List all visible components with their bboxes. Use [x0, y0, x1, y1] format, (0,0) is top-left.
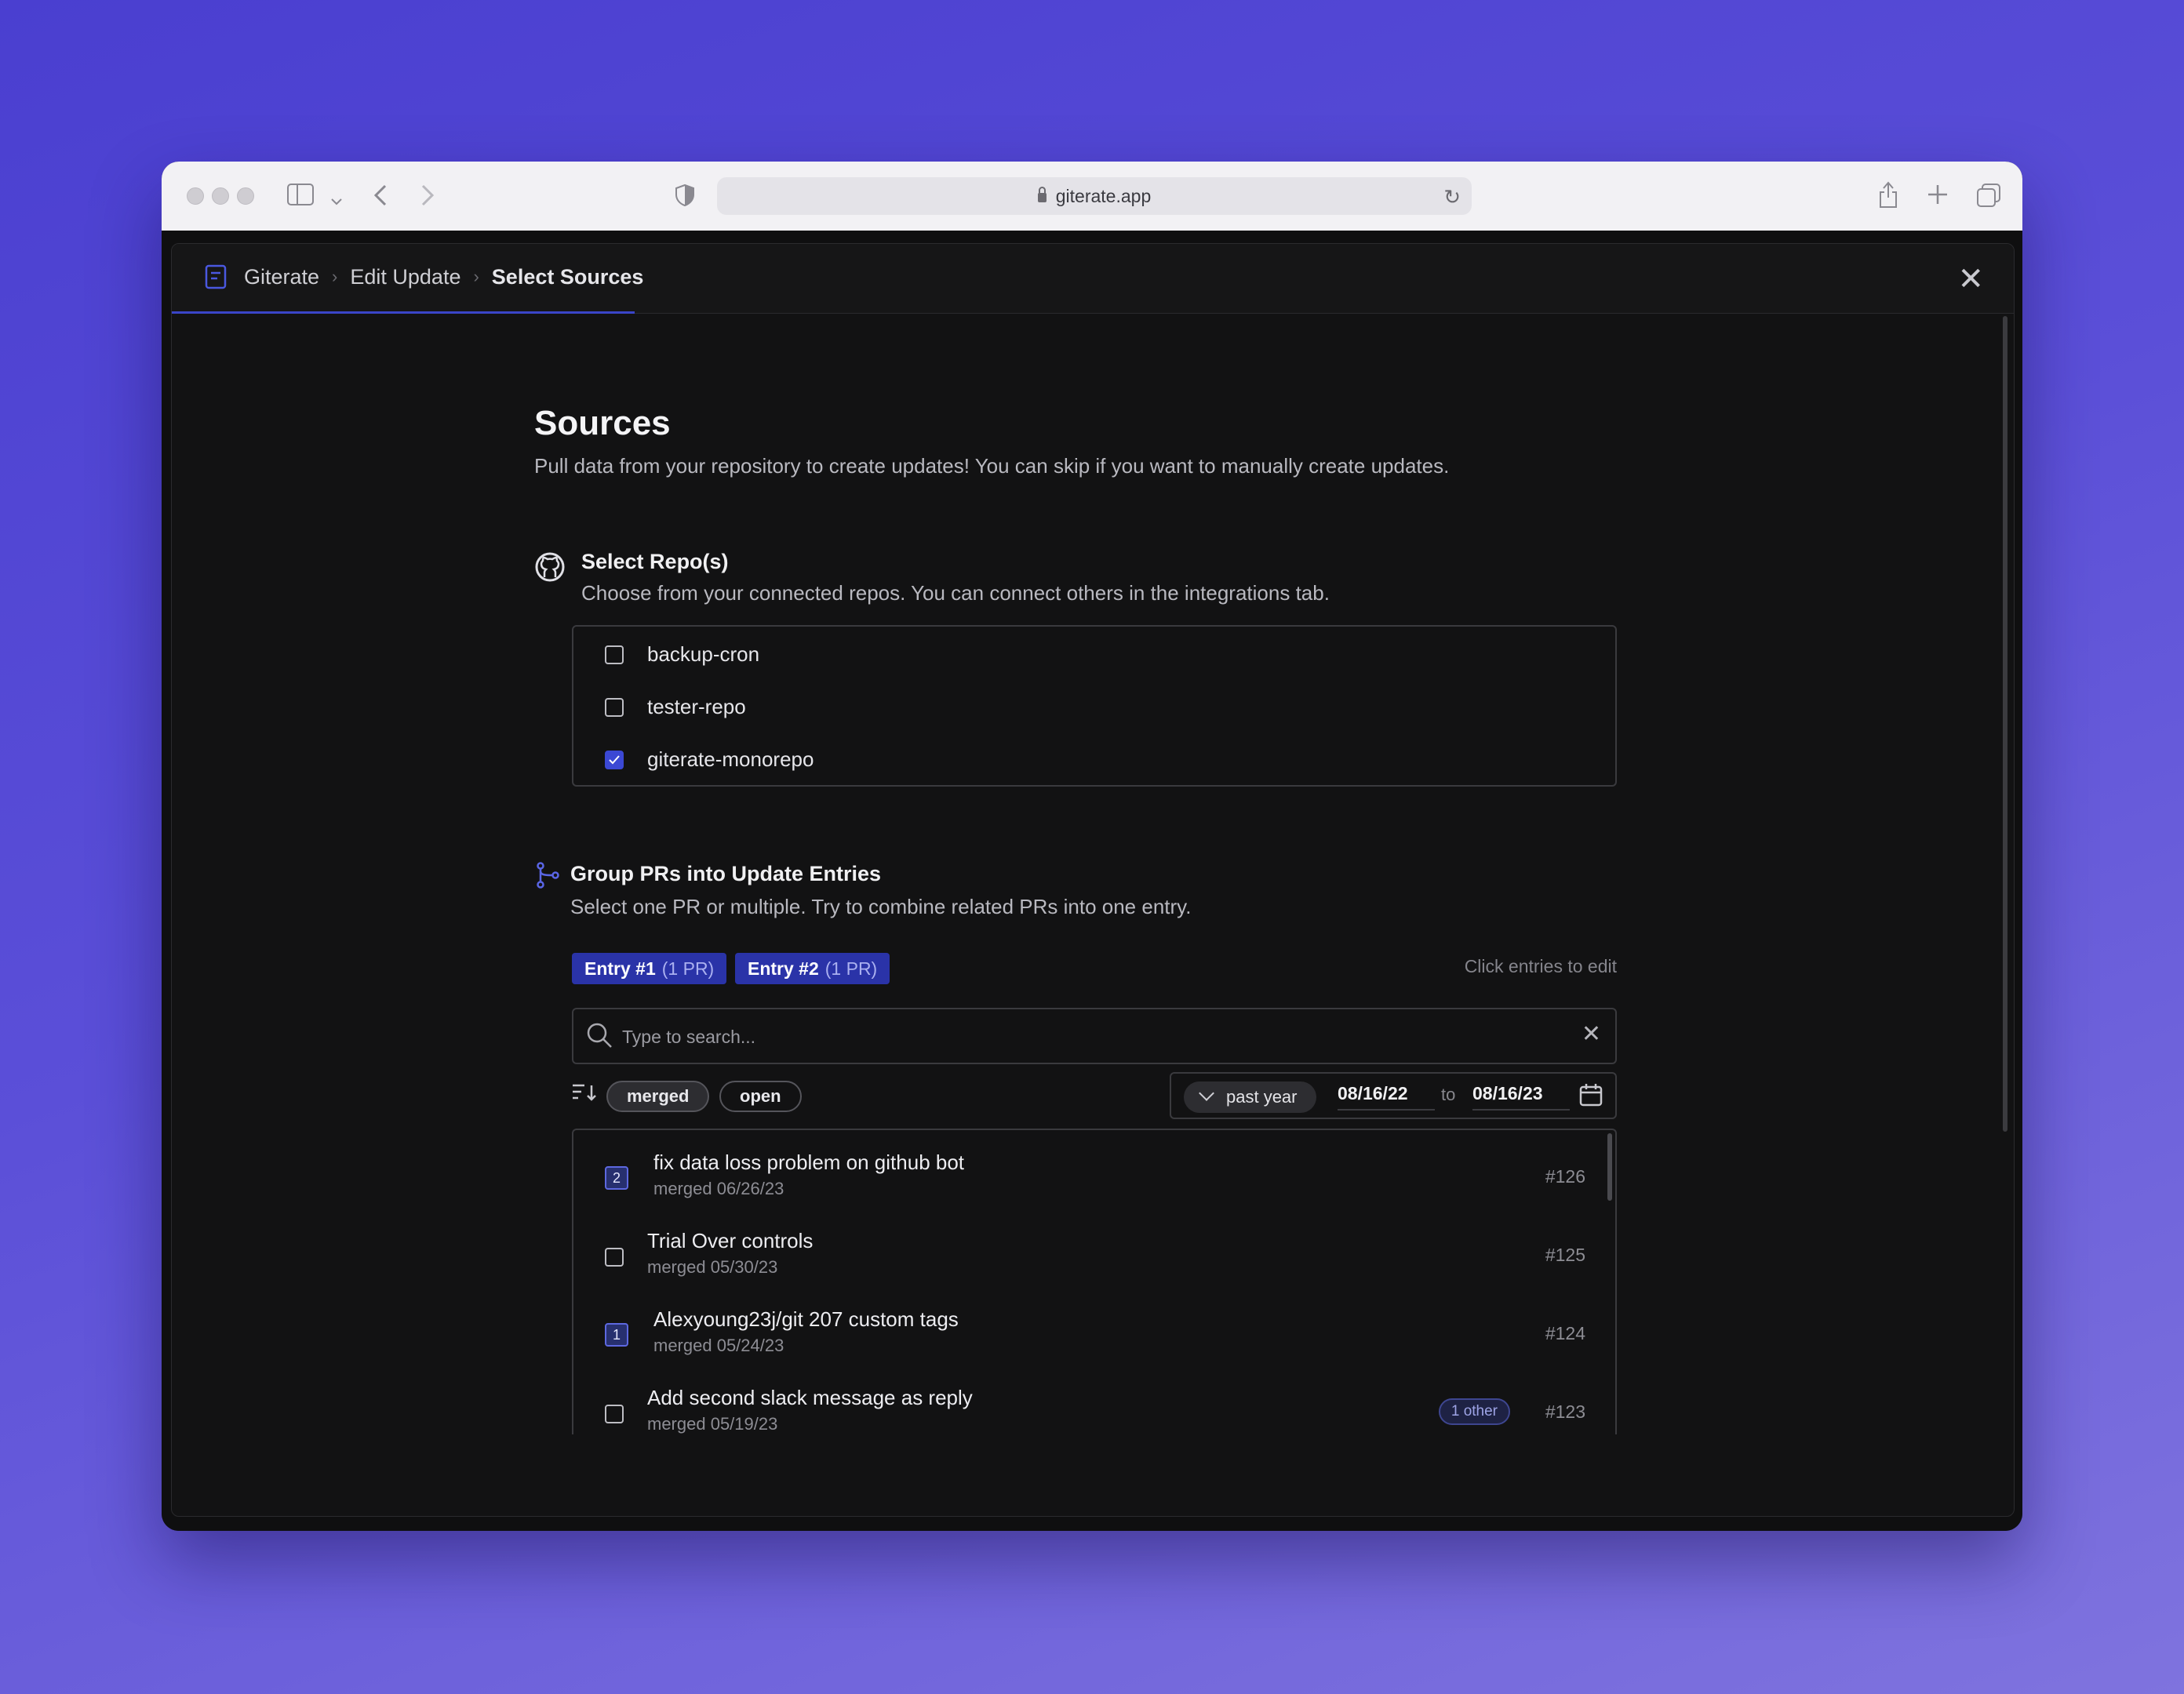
pr-title: Add second slack message as reply [647, 1386, 973, 1409]
date-from-input[interactable]: 08/16/22 [1338, 1083, 1435, 1111]
browser-toolbar: giterate.app ↻ [162, 162, 2022, 231]
entry-chip-2[interactable]: Entry #2 (1 PR) [735, 953, 890, 984]
pr-search-box[interactable]: ✕ [572, 1008, 1617, 1064]
page-subtitle: Pull data from your repository to create… [534, 454, 1450, 478]
checkmark-icon [609, 754, 620, 764]
new-tab-icon[interactable] [1927, 184, 1949, 210]
repo-item-tester-repo[interactable]: tester-repo [605, 695, 746, 719]
entry-number-badge[interactable]: 1 [605, 1323, 628, 1347]
breadcrumb-item-edit-update[interactable]: Edit Update [350, 265, 460, 289]
pr-filters: merged open past year 08/16/22 to 08/16/… [572, 1072, 1617, 1119]
range-preset-label: past year [1226, 1087, 1298, 1107]
repo-name: backup-cron [647, 642, 760, 666]
edit-update-modal: Giterate › Edit Update › Select Sources … [171, 243, 2015, 1517]
pr-checkbox[interactable] [605, 1405, 624, 1423]
back-icon[interactable] [373, 184, 388, 212]
pr-status: merged 05/30/23 [647, 1257, 778, 1277]
zoom-window-button[interactable] [237, 187, 254, 205]
chevron-down-icon [1199, 1085, 1214, 1101]
sort-icon[interactable] [572, 1083, 597, 1107]
group-prs-description: Select one PR or multiple. Try to combin… [570, 895, 1192, 918]
address-bar[interactable]: giterate.app ↻ [717, 177, 1472, 215]
lock-icon [1037, 187, 1046, 202]
repo-item-backup-cron[interactable]: backup-cron [605, 642, 759, 667]
sidebar-toggle-icon[interactable] [287, 184, 314, 210]
progress-indicator [172, 311, 635, 314]
pr-number: #125 [1545, 1245, 1585, 1265]
repo-checkbox[interactable] [605, 697, 624, 717]
pr-list: 2 fix data loss problem on github bot me… [572, 1129, 1617, 1434]
filter-merged-pill[interactable]: merged [606, 1081, 710, 1112]
breadcrumb: Giterate › Edit Update › Select Sources [205, 264, 643, 289]
chevron-down-icon[interactable] [331, 187, 342, 210]
date-to-label: to [1441, 1085, 1456, 1104]
pr-number: #123 [1545, 1401, 1585, 1422]
click-entries-hint: Click entries to edit [1464, 956, 1617, 976]
pr-number: #126 [1545, 1166, 1585, 1187]
pr-title: Trial Over controls [647, 1229, 814, 1252]
tab-overview-icon[interactable] [1977, 184, 2000, 212]
privacy-shield-icon[interactable] [675, 184, 695, 212]
page-content: Giterate › Edit Update › Select Sources … [162, 231, 2022, 1531]
modal-scrollbar[interactable] [2003, 316, 2007, 1132]
pr-row[interactable]: Add second slack message as reply merged… [605, 1381, 1593, 1434]
repo-checkbox-checked[interactable] [605, 750, 624, 769]
entry-label: Entry #1 [584, 958, 656, 979]
clear-search-icon[interactable]: ✕ [1582, 1020, 1601, 1048]
entry-count: (1 PR) [824, 958, 878, 979]
repo-name: giterate-monorepo [647, 747, 814, 771]
modal-header: Giterate › Edit Update › Select Sources … [172, 244, 2014, 314]
pr-row[interactable]: 2 fix data loss problem on github bot me… [605, 1146, 1593, 1209]
breadcrumb-chevron-icon: › [332, 267, 338, 286]
pr-list-scrollbar[interactable] [1607, 1133, 1612, 1201]
breadcrumb-item-select-sources: Select Sources [491, 264, 644, 289]
calendar-icon[interactable] [1579, 1083, 1603, 1107]
pr-status: merged 05/19/23 [647, 1414, 778, 1434]
pr-title: fix data loss problem on github bot [653, 1151, 965, 1174]
close-window-button[interactable] [187, 187, 204, 205]
repo-name: tester-repo [647, 695, 746, 718]
page-title: Sources [534, 404, 671, 442]
range-preset-dropdown[interactable]: past year [1184, 1081, 1316, 1113]
pr-number: #124 [1545, 1323, 1585, 1343]
select-repos-title: Select Repo(s) [581, 550, 729, 573]
date-to-input[interactable]: 08/16/23 [1472, 1083, 1570, 1111]
filter-open-pill[interactable]: open [719, 1081, 802, 1112]
pr-row[interactable]: Trial Over controls merged 05/30/23 #125 [605, 1224, 1593, 1287]
git-branch-icon [536, 862, 559, 892]
browser-window: giterate.app ↻ Giterate › Edit Update › … [162, 162, 2022, 1531]
entry-number-badge[interactable]: 2 [605, 1166, 628, 1190]
url-text: giterate.app [1055, 185, 1152, 206]
search-icon [587, 1023, 612, 1048]
repo-checkbox[interactable] [605, 645, 624, 664]
entry-count: (1 PR) [661, 958, 715, 979]
pr-status: merged 05/24/23 [653, 1336, 784, 1355]
select-repos-description: Choose from your connected repos. You ca… [581, 581, 1330, 605]
pr-checkbox[interactable] [605, 1248, 624, 1267]
forward-icon[interactable] [420, 184, 435, 212]
minimize-window-button[interactable] [212, 187, 229, 205]
share-icon[interactable] [1878, 180, 1898, 213]
github-icon [534, 551, 566, 587]
date-range-picker: past year 08/16/22 to 08/16/23 [1170, 1072, 1617, 1119]
breadcrumb-item-giterate[interactable]: Giterate [244, 265, 319, 289]
entry-chip-1[interactable]: Entry #1 (1 PR) [572, 953, 727, 984]
reload-icon[interactable]: ↻ [1443, 185, 1461, 209]
repo-list: backup-cron tester-repo giterate-monorep… [572, 625, 1617, 787]
group-prs-title: Group PRs into Update Entries [570, 862, 882, 885]
entry-label: Entry #2 [748, 958, 819, 979]
app-logo-icon [205, 264, 227, 289]
other-entries-badge[interactable]: 1 other [1438, 1398, 1510, 1425]
pr-status: merged 06/26/23 [653, 1179, 784, 1198]
pr-row[interactable]: 1 Alexyoung23j/git 207 custom tags merge… [605, 1303, 1593, 1365]
pr-title: Alexyoung23j/git 207 custom tags [653, 1307, 959, 1331]
repo-item-giterate-monorepo[interactable]: giterate-monorepo [605, 747, 814, 772]
breadcrumb-chevron-icon: › [473, 267, 479, 286]
search-input[interactable] [621, 1019, 1549, 1055]
close-icon[interactable]: ✕ [1957, 261, 1984, 297]
